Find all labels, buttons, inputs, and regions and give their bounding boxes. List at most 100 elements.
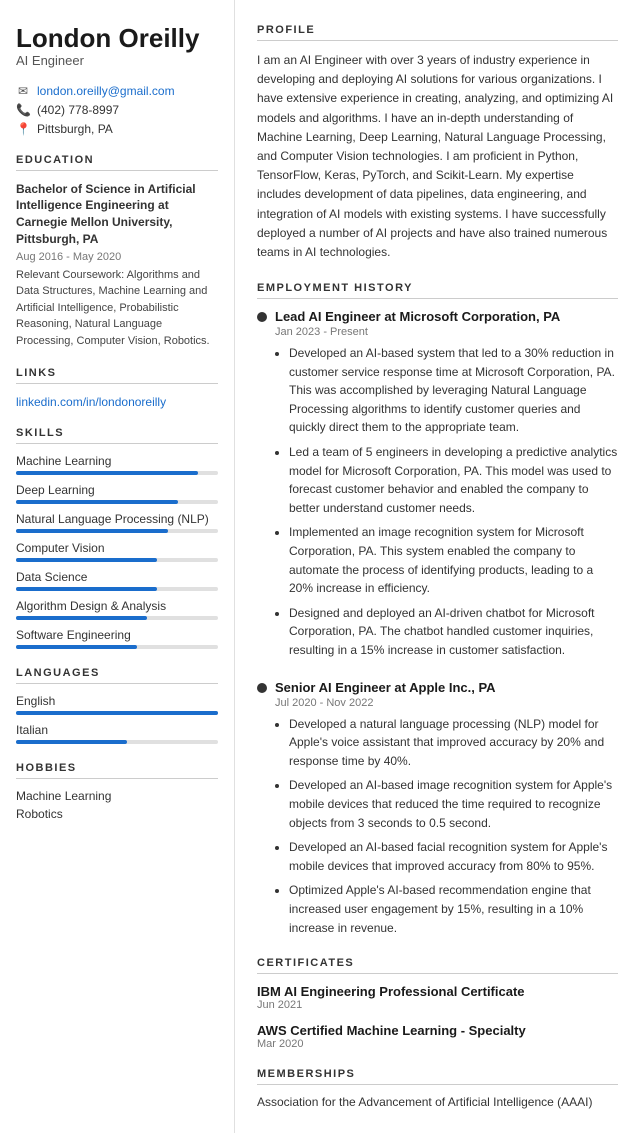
certificates-section-title: Certificates [257, 957, 618, 974]
job-bullet: Designed and deployed an AI-driven chatb… [289, 604, 618, 660]
edu-dates: Aug 2016 - May 2020 [16, 251, 218, 263]
skill-label: Deep Learning [16, 483, 218, 497]
language-bar-fill [16, 711, 218, 715]
profile-section-title: Profile [257, 24, 618, 41]
phone-icon: 📞 [16, 103, 30, 117]
language-bar-fill [16, 740, 127, 744]
sidebar: London Oreilly AI Engineer ✉ london.orei… [0, 0, 235, 1133]
contact-email: ✉ london.oreilly@gmail.com [16, 84, 218, 98]
location-text: Pittsburgh, PA [37, 122, 113, 136]
language-bar-bg [16, 740, 218, 744]
skill-bar-bg [16, 500, 218, 504]
skill-item: Software Engineering [16, 628, 218, 649]
edu-degree: Bachelor of Science in Artificial Intell… [16, 181, 218, 248]
cert-name: IBM AI Engineering Professional Certific… [257, 984, 618, 999]
job-bullets: Developed an AI-based system that led to… [275, 344, 618, 660]
memberships-section-title: Memberships [257, 1068, 618, 1085]
email-icon: ✉ [16, 84, 30, 98]
contact-location: 📍 Pittsburgh, PA [16, 122, 218, 136]
language-label: English [16, 694, 218, 708]
cert-date: Jun 2021 [257, 999, 618, 1011]
skill-item: Data Science [16, 570, 218, 591]
email-link[interactable]: london.oreilly@gmail.com [37, 84, 175, 98]
job-dates: Jul 2020 - Nov 2022 [275, 697, 618, 709]
contact-phone: 📞 (402) 778-8997 [16, 103, 218, 117]
candidate-title: AI Engineer [16, 53, 218, 68]
employment-item: Senior AI Engineer at Apple Inc., PA Jul … [257, 680, 618, 938]
certificate-item: IBM AI Engineering Professional Certific… [257, 984, 618, 1011]
employment-section-title: Employment History [257, 282, 618, 299]
memberships-list: Association for the Advancement of Artif… [257, 1095, 618, 1109]
skill-bar-bg [16, 529, 218, 533]
languages-list: English Italian [16, 694, 218, 744]
job-title: Lead AI Engineer at Microsoft Corporatio… [275, 309, 560, 324]
cert-date: Mar 2020 [257, 1038, 618, 1050]
job-dates: Jan 2023 - Present [275, 326, 618, 338]
job-bullet: Developed a natural language processing … [289, 715, 618, 771]
hobby-item: Machine Learning [16, 789, 218, 803]
skill-item: Deep Learning [16, 483, 218, 504]
hobby-item: Robotics [16, 807, 218, 821]
main-content: Profile I am an AI Engineer with over 3 … [235, 0, 640, 1133]
job-bullet: Implemented an image recognition system … [289, 523, 618, 597]
job-bullet: Developed an AI-based image recognition … [289, 776, 618, 832]
job-bullet: Optimized Apple's AI-based recommendatio… [289, 881, 618, 937]
skill-item: Machine Learning [16, 454, 218, 475]
skill-bar-bg [16, 645, 218, 649]
skill-bar-fill [16, 558, 157, 562]
cert-name: AWS Certified Machine Learning - Special… [257, 1023, 618, 1038]
skill-label: Data Science [16, 570, 218, 584]
language-item: English [16, 694, 218, 715]
linkedin-link-item: linkedin.com/in/londonoreilly [16, 394, 218, 409]
hobbies-list: Machine Learning Robotics [16, 789, 218, 821]
skill-bar-fill [16, 645, 137, 649]
linkedin-link[interactable]: linkedin.com/in/londonoreilly [16, 395, 166, 409]
skill-bar-bg [16, 471, 218, 475]
skill-bar-fill [16, 529, 168, 533]
job-dot [257, 312, 267, 322]
skill-label: Natural Language Processing (NLP) [16, 512, 218, 526]
employment-list: Lead AI Engineer at Microsoft Corporatio… [257, 309, 618, 937]
job-dot [257, 683, 267, 693]
job-header: Senior AI Engineer at Apple Inc., PA [257, 680, 618, 695]
skill-label: Algorithm Design & Analysis [16, 599, 218, 613]
education-section-title: Education [16, 154, 218, 171]
skill-bar-bg [16, 587, 218, 591]
languages-section-title: Languages [16, 667, 218, 684]
certificate-item: AWS Certified Machine Learning - Special… [257, 1023, 618, 1050]
job-title: Senior AI Engineer at Apple Inc., PA [275, 680, 496, 695]
location-icon: 📍 [16, 122, 30, 136]
edu-coursework: Relevant Coursework: Algorithms and Data… [16, 267, 218, 350]
skill-bar-fill [16, 471, 198, 475]
job-bullet: Developed an AI-based system that led to… [289, 344, 618, 437]
certificates-list: IBM AI Engineering Professional Certific… [257, 984, 618, 1050]
job-header: Lead AI Engineer at Microsoft Corporatio… [257, 309, 618, 324]
skill-item: Natural Language Processing (NLP) [16, 512, 218, 533]
phone-text: (402) 778-8997 [37, 103, 119, 117]
contact-section: ✉ london.oreilly@gmail.com 📞 (402) 778-8… [16, 84, 218, 136]
skills-section-title: Skills [16, 427, 218, 444]
profile-text: I am an AI Engineer with over 3 years of… [257, 51, 618, 262]
language-label: Italian [16, 723, 218, 737]
skill-bar-fill [16, 500, 178, 504]
language-bar-bg [16, 711, 218, 715]
skill-item: Computer Vision [16, 541, 218, 562]
job-bullets: Developed a natural language processing … [275, 715, 618, 938]
skills-list: Machine Learning Deep Learning Natural L… [16, 454, 218, 649]
resume-container: London Oreilly AI Engineer ✉ london.orei… [0, 0, 640, 1133]
skill-label: Software Engineering [16, 628, 218, 642]
links-section-title: Links [16, 367, 218, 384]
employment-item: Lead AI Engineer at Microsoft Corporatio… [257, 309, 618, 660]
skill-bar-bg [16, 616, 218, 620]
skill-bar-fill [16, 587, 157, 591]
skill-label: Machine Learning [16, 454, 218, 468]
skill-label: Computer Vision [16, 541, 218, 555]
language-item: Italian [16, 723, 218, 744]
membership-item: Association for the Advancement of Artif… [257, 1095, 618, 1109]
job-bullet: Led a team of 5 engineers in developing … [289, 443, 618, 517]
job-bullet: Developed an AI-based facial recognition… [289, 838, 618, 875]
coursework-label: Relevant Coursework: [16, 269, 124, 281]
skill-bar-fill [16, 616, 147, 620]
hobbies-section-title: Hobbies [16, 762, 218, 779]
candidate-name: London Oreilly [16, 24, 218, 53]
